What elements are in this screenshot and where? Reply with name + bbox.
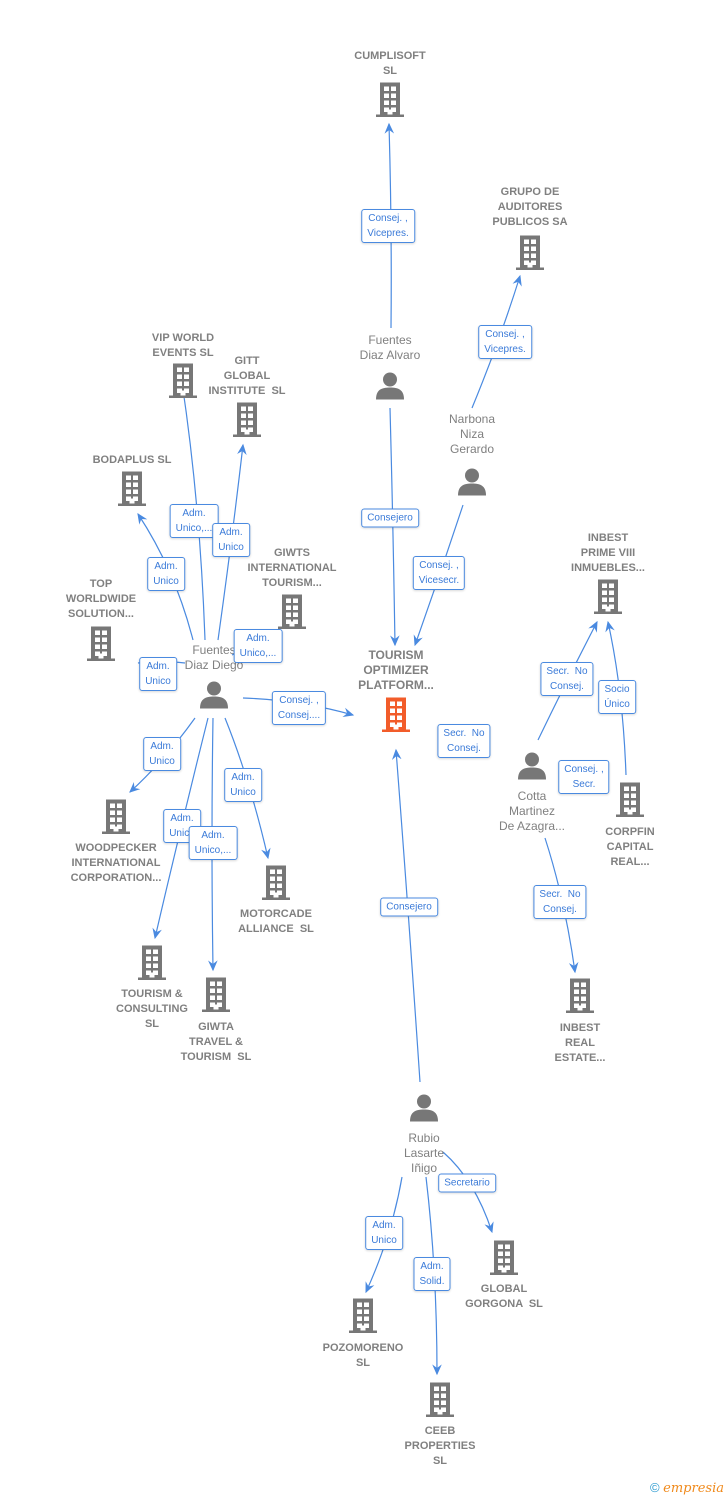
company-name-grupo[interactable]: GRUPO DE AUDITORES PUBLICOS SA <box>492 185 567 230</box>
relation-label[interactable]: Adm. Unico <box>139 657 177 691</box>
building-icon[interactable] <box>201 977 231 1018</box>
company-name-top[interactable]: TOP WORLDWIDE SOLUTION... <box>66 577 136 622</box>
company-name-vip[interactable]: VIP WORLD EVENTS SL <box>152 331 214 361</box>
relation-label[interactable]: Secr. No Consej. <box>437 724 491 758</box>
company-name-giwts[interactable]: GIWTS INTERNATIONAL TOURISM... <box>247 546 336 591</box>
person-icon[interactable] <box>517 751 547 786</box>
relation-label[interactable]: Adm. Unico <box>147 557 185 591</box>
building-icon[interactable] <box>375 82 405 123</box>
relation-label[interactable]: Adm. Unico,... <box>169 504 219 538</box>
building-icon[interactable] <box>381 697 411 738</box>
building-icon[interactable] <box>232 402 262 443</box>
company-name-ceeb[interactable]: CEEB PROPERTIES SL <box>405 1424 476 1469</box>
person-name-alvaro[interactable]: Fuentes Diaz Alvaro <box>360 333 421 363</box>
relation-label[interactable]: Adm. Unico <box>143 737 181 771</box>
building-icon[interactable] <box>277 594 307 635</box>
relation-label[interactable]: Adm. Unico,... <box>233 629 283 663</box>
relation-label[interactable]: Consej. , Secr. <box>558 760 610 794</box>
relation-label[interactable]: Consej. , Vicesecr. <box>412 556 466 590</box>
building-icon[interactable] <box>348 1298 378 1339</box>
empresia-logo[interactable]: © empresia <box>650 1480 724 1496</box>
relation-label[interactable]: Consejero <box>380 897 438 917</box>
building-icon[interactable] <box>117 471 147 512</box>
person-name-rubio[interactable]: Rubio Lasarte Iñigo <box>404 1131 444 1176</box>
building-icon[interactable] <box>86 626 116 667</box>
company-name-motorcade[interactable]: MOTORCADE ALLIANCE SL <box>238 907 314 937</box>
relation-label[interactable]: Consejero <box>361 508 419 528</box>
network-diagram: TOURISM OPTIMIZER PLATFORM... CUMPLISOFT … <box>0 0 728 1500</box>
building-icon[interactable] <box>101 799 131 840</box>
company-name-woodpecker[interactable]: WOODPECKER INTERNATIONAL CORPORATION... <box>71 841 162 886</box>
brand-name: empresia <box>663 1481 724 1496</box>
building-icon[interactable] <box>261 865 291 906</box>
company-name-tourismc[interactable]: TOURISM & CONSULTING SL <box>116 987 188 1032</box>
person-icon[interactable] <box>199 680 229 715</box>
company-name-inbestprime[interactable]: INBEST PRIME VIII INMUEBLES... <box>571 531 645 576</box>
company-name-inbestreal[interactable]: INBEST REAL ESTATE... <box>555 1021 606 1066</box>
person-icon[interactable] <box>457 467 487 502</box>
building-icon[interactable] <box>168 363 198 404</box>
relation-label[interactable]: Secr. No Consej. <box>540 662 594 696</box>
building-icon[interactable] <box>565 978 595 1019</box>
building-icon[interactable] <box>425 1382 455 1423</box>
relation-label[interactable]: Secretario <box>438 1173 496 1193</box>
person-icon[interactable] <box>375 371 405 406</box>
building-icon[interactable] <box>615 782 645 823</box>
company-name-giwta[interactable]: GIWTA TRAVEL & TOURISM SL <box>181 1020 252 1065</box>
company-name-gitt[interactable]: GITT GLOBAL INSTITUTE SL <box>209 354 286 399</box>
company-name-gorgona[interactable]: GLOBAL GORGONA SL <box>465 1282 543 1312</box>
person-name-cotta[interactable]: Cotta Martinez De Azagra... <box>499 789 565 834</box>
person-name-narbona[interactable]: Narbona Niza Gerardo <box>449 412 495 457</box>
relation-label[interactable]: Adm. Solid. <box>413 1257 451 1291</box>
relation-label[interactable]: Adm. Unico <box>224 768 262 802</box>
person-icon[interactable] <box>409 1093 439 1128</box>
relation-label[interactable]: Secr. No Consej. <box>533 885 587 919</box>
building-icon[interactable] <box>489 1240 519 1281</box>
relation-label[interactable]: Consej. , Vicepres. <box>361 209 415 243</box>
company-name-cumplisoft[interactable]: CUMPLISOFT SL <box>354 49 426 79</box>
building-icon[interactable] <box>515 235 545 276</box>
copyright-icon: © <box>649 1480 660 1495</box>
company-name-bodaplus[interactable]: BODAPLUS SL <box>93 453 172 468</box>
relation-label[interactable]: Consej. , Vicepres. <box>478 325 532 359</box>
relation-label[interactable]: Socio Único <box>598 680 636 714</box>
company-name-pozomoreno[interactable]: POZOMORENO SL <box>323 1341 404 1371</box>
building-icon[interactable] <box>137 945 167 986</box>
relation-label[interactable]: Consej. , Consej.... <box>271 691 327 725</box>
relation-label[interactable]: Adm. Unico <box>212 523 250 557</box>
company-name-center[interactable]: TOURISM OPTIMIZER PLATFORM... <box>358 648 434 693</box>
relation-label[interactable]: Adm. Unico,... <box>188 826 238 860</box>
company-name-corpfin[interactable]: CORPFIN CAPITAL REAL... <box>605 825 655 870</box>
relation-label[interactable]: Adm. Unico <box>365 1216 403 1250</box>
building-icon[interactable] <box>593 579 623 620</box>
